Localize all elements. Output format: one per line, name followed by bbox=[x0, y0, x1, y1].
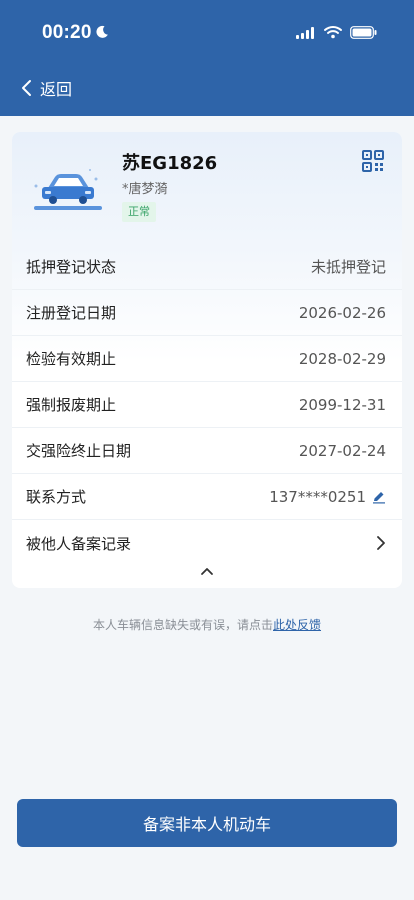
car-illustration-icon bbox=[34, 169, 102, 210]
detail-label: 注册登记日期 bbox=[26, 304, 117, 322]
detail-label: 强制报废期止 bbox=[26, 396, 117, 414]
detail-row-inspection-expiry: 检验有效期止 2028-02-29 bbox=[12, 336, 402, 382]
detail-label: 抵押登记状态 bbox=[26, 258, 117, 276]
signal-icon bbox=[296, 27, 314, 39]
detail-value: 未抵押登记 bbox=[310, 258, 386, 276]
feedback-link[interactable]: 此处反馈 bbox=[273, 618, 321, 632]
detail-value: 2026-02-26 bbox=[298, 303, 386, 322]
detail-row-scrap-date: 强制报废期止 2099-12-31 bbox=[12, 382, 402, 428]
detail-row-registration-date: 注册登记日期 2026-02-26 bbox=[12, 290, 402, 336]
register-other-vehicle-label: 备案非本人机动车 bbox=[142, 815, 271, 834]
plate-number: 苏EG1826 bbox=[122, 153, 218, 174]
detail-label: 联系方式 bbox=[26, 488, 87, 506]
detail-row-contact: 联系方式 137****0251 bbox=[12, 474, 402, 520]
detail-value: 2028-02-29 bbox=[298, 349, 386, 368]
back-button[interactable]: 返回 bbox=[20, 74, 72, 102]
owner-name: *唐梦漪 bbox=[122, 182, 168, 197]
edit-icon[interactable] bbox=[372, 490, 386, 504]
feedback-note: 本人车辆信息缺失或有误，请点击此处反馈 bbox=[0, 616, 414, 633]
detail-label: 被他人备案记录 bbox=[26, 534, 132, 553]
detail-value: 137****0251 bbox=[269, 487, 366, 506]
register-other-vehicle-button[interactable]: 备案非本人机动车 bbox=[17, 799, 397, 847]
status-time: 00:20 bbox=[42, 22, 92, 43]
moon-icon bbox=[96, 25, 108, 38]
chevron-left-icon bbox=[22, 80, 31, 96]
detail-label: 交强险终止日期 bbox=[26, 442, 132, 460]
contact-value-wrap: 137****0251 bbox=[269, 488, 386, 506]
feedback-text: 本人车辆信息缺失或有误，请点击 bbox=[92, 618, 273, 632]
wifi-icon bbox=[324, 26, 342, 39]
detail-row-insurance-expiry: 交强险终止日期 2027-02-24 bbox=[12, 428, 402, 474]
chevron-right-icon bbox=[377, 536, 385, 550]
battery-icon bbox=[350, 26, 377, 39]
detail-value: 2027-02-24 bbox=[298, 441, 386, 460]
status-badge: 正常 bbox=[122, 202, 156, 222]
detail-row-mortgage: 抵押登记状态 未抵押登记 bbox=[12, 244, 402, 290]
vehicle-card: 苏EG1826 *唐梦漪 正常 抵押登记状态 未抵押登记 注册登记日期 2026… bbox=[12, 132, 402, 588]
back-label: 返回 bbox=[40, 80, 73, 99]
detail-label: 检验有效期止 bbox=[26, 350, 117, 368]
detail-list: 抵押登记状态 未抵押登记 注册登记日期 2026-02-26 检验有效期止 20… bbox=[12, 244, 402, 566]
detail-value: 2099-12-31 bbox=[298, 395, 386, 414]
qr-code-icon[interactable] bbox=[362, 150, 384, 172]
app-header: 00:20 返回 bbox=[0, 0, 414, 116]
status-bar: 00:20 bbox=[0, 0, 414, 66]
chevron-up-icon[interactable] bbox=[200, 566, 214, 576]
detail-row-others-records[interactable]: 被他人备案记录 bbox=[12, 520, 402, 566]
